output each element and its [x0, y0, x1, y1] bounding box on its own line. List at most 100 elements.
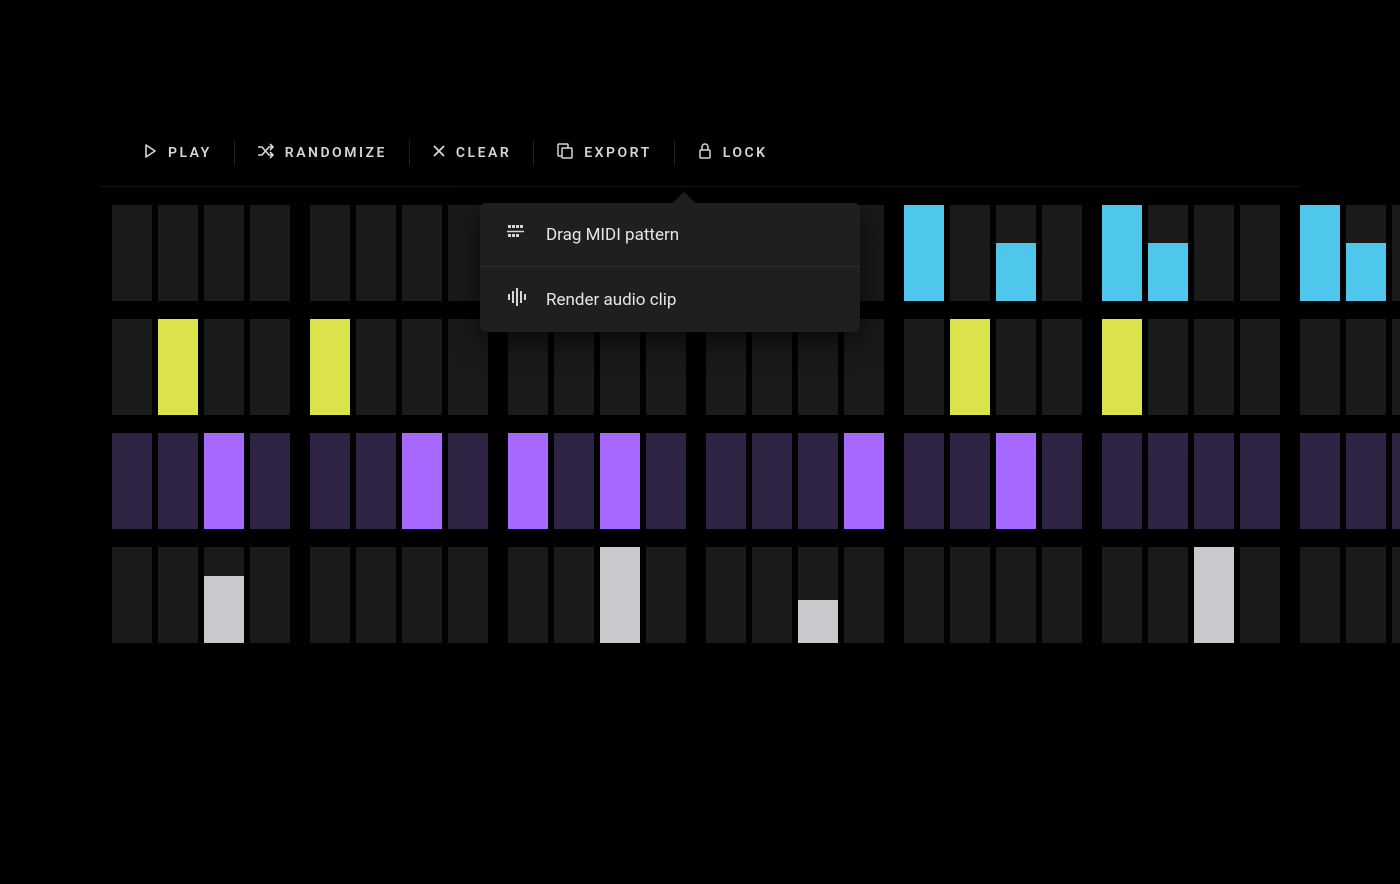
render-audio-item[interactable]: Render audio clip: [480, 266, 860, 332]
step-cell[interactable]: [706, 547, 746, 643]
drag-midi-item[interactable]: Drag MIDI pattern: [480, 203, 860, 266]
step-cell[interactable]: [706, 433, 746, 529]
step-cell[interactable]: [356, 547, 396, 643]
step-cell[interactable]: [448, 433, 488, 529]
step-cell[interactable]: [158, 433, 198, 529]
step-cell[interactable]: [904, 205, 944, 301]
step-cell[interactable]: [1346, 319, 1386, 415]
step-cell[interactable]: [752, 433, 792, 529]
clear-button[interactable]: CLEAR: [410, 140, 533, 166]
step-cell[interactable]: [600, 433, 640, 529]
step-cell[interactable]: [1194, 547, 1234, 643]
step-cell[interactable]: [1300, 547, 1340, 643]
step-cell[interactable]: [752, 547, 792, 643]
step-cell[interactable]: [950, 205, 990, 301]
step-cell[interactable]: [1042, 205, 1082, 301]
step-cell[interactable]: [950, 433, 990, 529]
step-cell[interactable]: [996, 547, 1036, 643]
step-cell[interactable]: [402, 205, 442, 301]
step-cell[interactable]: [402, 319, 442, 415]
step-cell[interactable]: [798, 319, 838, 415]
step-cell[interactable]: [112, 547, 152, 643]
step-cell[interactable]: [508, 547, 548, 643]
step-cell[interactable]: [1148, 547, 1188, 643]
step-cell[interactable]: [204, 433, 244, 529]
step-cell[interactable]: [554, 547, 594, 643]
step-cell[interactable]: [112, 205, 152, 301]
lock-button[interactable]: LOCK: [675, 138, 790, 168]
step-cell[interactable]: [1240, 205, 1280, 301]
step-cell[interactable]: [646, 433, 686, 529]
step-cell[interactable]: [250, 547, 290, 643]
step-cell[interactable]: [950, 319, 990, 415]
step-cell[interactable]: [112, 319, 152, 415]
step-cell[interactable]: [204, 547, 244, 643]
step-cell[interactable]: [600, 547, 640, 643]
step-cell[interactable]: [508, 433, 548, 529]
step-cell[interactable]: [904, 319, 944, 415]
step-cell[interactable]: [1300, 319, 1340, 415]
step-cell[interactable]: [904, 547, 944, 643]
step-cell[interactable]: [798, 547, 838, 643]
step-cell[interactable]: [996, 205, 1036, 301]
step-cell[interactable]: [1346, 433, 1386, 529]
step-cell[interactable]: [402, 547, 442, 643]
step-cell[interactable]: [706, 319, 746, 415]
step-cell[interactable]: [1102, 433, 1142, 529]
step-cell[interactable]: [250, 205, 290, 301]
step-cell[interactable]: [844, 319, 884, 415]
step-cell[interactable]: [1148, 319, 1188, 415]
step-cell[interactable]: [250, 319, 290, 415]
step-cell[interactable]: [1194, 205, 1234, 301]
step-cell[interactable]: [158, 319, 198, 415]
step-cell[interactable]: [1240, 433, 1280, 529]
step-cell[interactable]: [158, 205, 198, 301]
step-cell[interactable]: [356, 319, 396, 415]
step-cell[interactable]: [1392, 205, 1400, 301]
step-cell[interactable]: [356, 205, 396, 301]
randomize-button[interactable]: RANDOMIZE: [235, 139, 409, 167]
step-cell[interactable]: [1042, 547, 1082, 643]
step-cell[interactable]: [1194, 433, 1234, 529]
step-cell[interactable]: [1300, 433, 1340, 529]
step-cell[interactable]: [112, 433, 152, 529]
step-cell[interactable]: [1240, 319, 1280, 415]
step-cell[interactable]: [1102, 319, 1142, 415]
step-cell[interactable]: [204, 205, 244, 301]
step-cell[interactable]: [1194, 319, 1234, 415]
step-cell[interactable]: [1346, 205, 1386, 301]
step-cell[interactable]: [600, 319, 640, 415]
step-cell[interactable]: [204, 319, 244, 415]
step-cell[interactable]: [402, 433, 442, 529]
export-button[interactable]: EXPORT: [534, 138, 673, 168]
step-cell[interactable]: [1392, 547, 1400, 643]
step-cell[interactable]: [310, 319, 350, 415]
play-button[interactable]: PLAY: [120, 139, 234, 167]
step-cell[interactable]: [996, 319, 1036, 415]
step-cell[interactable]: [158, 547, 198, 643]
step-cell[interactable]: [798, 433, 838, 529]
step-cell[interactable]: [1102, 205, 1142, 301]
step-cell[interactable]: [950, 547, 990, 643]
step-cell[interactable]: [310, 205, 350, 301]
step-cell[interactable]: [646, 319, 686, 415]
step-cell[interactable]: [448, 547, 488, 643]
step-cell[interactable]: [1240, 547, 1280, 643]
step-cell[interactable]: [646, 547, 686, 643]
step-cell[interactable]: [310, 433, 350, 529]
step-cell[interactable]: [1392, 433, 1400, 529]
step-cell[interactable]: [448, 319, 488, 415]
step-cell[interactable]: [356, 433, 396, 529]
step-cell[interactable]: [554, 433, 594, 529]
step-cell[interactable]: [250, 433, 290, 529]
step-cell[interactable]: [1300, 205, 1340, 301]
step-cell[interactable]: [1346, 547, 1386, 643]
step-cell[interactable]: [554, 319, 594, 415]
step-cell[interactable]: [1042, 433, 1082, 529]
step-cell[interactable]: [1392, 319, 1400, 415]
step-cell[interactable]: [844, 433, 884, 529]
step-cell[interactable]: [1042, 319, 1082, 415]
step-cell[interactable]: [996, 433, 1036, 529]
step-cell[interactable]: [752, 319, 792, 415]
step-cell[interactable]: [844, 547, 884, 643]
